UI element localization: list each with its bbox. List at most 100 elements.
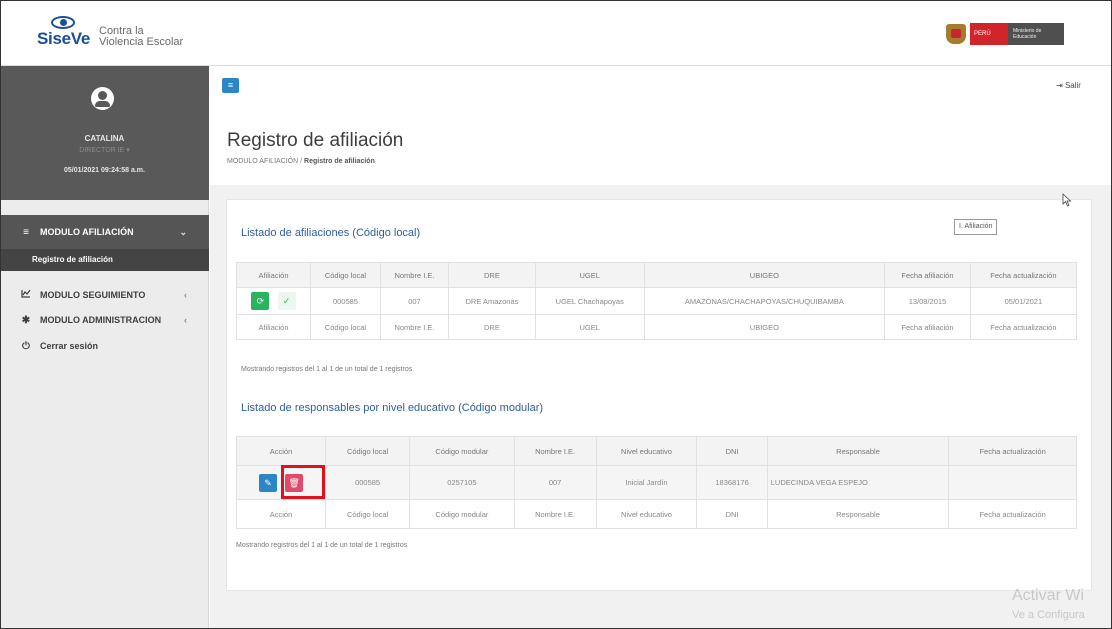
column-header[interactable]: Acción	[235, 436, 327, 466]
column-header[interactable]: Responsable	[766, 436, 950, 466]
chevron-down-icon: ⌄	[179, 226, 187, 237]
table-cell: DRE Amazonas	[448, 287, 536, 315]
column-header[interactable]: DNI	[696, 436, 768, 466]
column-footer: Responsable	[766, 499, 950, 529]
sidebar-item-modulo-afiliacion[interactable]: ≡ MODULO AFILIACIÓN ⌄	[0, 215, 209, 249]
sidebar-item-label: MODULO SEGUIMIENTO	[40, 290, 146, 300]
windows-activation-subtext: Ve a Configura	[1012, 609, 1085, 621]
table-cell: 13/08/2015	[884, 287, 971, 315]
column-footer: Afiliación	[236, 314, 311, 340]
afiliaciones-table: Afiliación Código local Nombre I.E. DRE …	[236, 262, 1078, 340]
column-header[interactable]: UBIGEO	[643, 262, 886, 288]
logout-label: Salir	[1064, 81, 1081, 90]
chevron-left-icon: ‹	[184, 290, 187, 300]
table-footer-row: Acción Código local Código modular Nombr…	[235, 499, 1077, 529]
column-header[interactable]: Código modular	[409, 436, 515, 466]
user-avatar-icon	[91, 87, 114, 110]
column-footer: Fecha afiliación	[884, 314, 971, 340]
column-footer: UBIGEO	[643, 314, 886, 340]
menu-toggle-button[interactable]: ≡	[222, 78, 239, 93]
column-header[interactable]: Nombre I.E.	[379, 262, 450, 288]
column-footer: Código local	[325, 499, 411, 529]
table-cell: 007	[379, 287, 450, 315]
sidebar-subitem-registro-afiliacion[interactable]: Registro de afiliación	[0, 249, 209, 271]
windows-activation-watermark: Activar Wi	[1012, 587, 1084, 604]
table-cell: AMAZONAS/CHACHAPOYAS/CHUQUIBAMBA	[643, 287, 886, 315]
afiliaciones-title: Listado de afiliaciones (Código local)	[241, 227, 421, 239]
highlight-box	[281, 465, 325, 499]
afiliacion-actions-cell: ⟳ ✓	[236, 287, 311, 315]
column-header[interactable]: Nombre I.E.	[513, 436, 597, 466]
table-cell: 0257105	[409, 465, 515, 500]
table-cell: 18368176	[696, 465, 768, 500]
content-panel	[226, 199, 1092, 591]
column-header[interactable]: Fecha afiliación	[884, 262, 971, 288]
table-header-row: Acción Código local Código modular Nombr…	[235, 436, 1077, 466]
column-footer: Nombre I.E.	[379, 314, 450, 340]
power-icon: ⏻	[22, 340, 30, 352]
coat-of-arms-icon	[946, 24, 966, 44]
column-footer: Código modular	[409, 499, 515, 529]
column-header[interactable]: DRE	[448, 262, 536, 288]
column-footer: UGEL	[534, 314, 645, 340]
sidebar-item-modulo-seguimiento[interactable]: MODULO SEGUIMIENTO ‹	[0, 283, 209, 307]
mouse-cursor-icon	[1062, 193, 1072, 207]
logout-icon: ⇥	[1056, 81, 1063, 90]
column-footer: DNI	[696, 499, 768, 529]
logo-tagline: Contra la Violencia Escolar	[99, 26, 183, 50]
eye-icon	[51, 16, 75, 29]
table-cell: 000585	[310, 287, 381, 315]
ministry-label: Ministerio de Educación	[1008, 23, 1064, 45]
column-header[interactable]: Fecha actualización	[948, 436, 1077, 466]
new-afiliacion-button[interactable]: I. Afiliación	[954, 219, 998, 235]
sidebar-menu: ≡ MODULO AFILIACIÓN ⌄ Registro de afilia…	[0, 215, 209, 359]
logout-link[interactable]: ⇥ Salir	[1056, 81, 1081, 90]
logo-word: SiseVe	[37, 29, 91, 48]
column-footer: Código local	[310, 314, 381, 340]
sidebar-item-label: MODULO AFILIACIÓN	[40, 227, 134, 237]
peru-label: PERÚ	[970, 23, 1008, 45]
table-cell: LUDECINDA VEGA ESPEJO	[766, 465, 950, 500]
gear-icon: ✱	[21, 314, 31, 326]
user-role-dropdown[interactable]: DIRECTOR IE ▾	[0, 146, 209, 154]
edit-button[interactable]: ✎	[258, 473, 277, 492]
table-cell	[948, 465, 1077, 500]
session-datetime: 05/01/2021 09:24:58 a.m.	[64, 167, 145, 174]
table-cell: Inicial Jardín	[595, 465, 698, 500]
page-title: Registro de afiliación	[227, 130, 404, 151]
responsables-title: Listado de responsables por nivel educat…	[241, 402, 544, 414]
sidebar-item-cerrar-sesion[interactable]: ⏻ Cerrar sesión	[0, 333, 209, 359]
column-footer: Nombre I.E.	[513, 499, 597, 529]
column-header[interactable]: Afiliación	[236, 262, 311, 288]
breadcrumb-root[interactable]: MODULO AFILIACIÓN	[227, 158, 298, 165]
column-header[interactable]: Código local	[325, 436, 411, 466]
column-header[interactable]: UGEL	[534, 262, 645, 288]
user-name: CATALINA	[84, 134, 125, 143]
column-footer: Nivel educativo	[595, 499, 698, 529]
table-cell: 000585	[325, 465, 411, 500]
table-row: ✎ 🗑 000585 0257105 007 Inicial Jardín 18…	[235, 465, 1077, 500]
afiliaciones-table-info: Mostrando registros del 1 al 1 de un tot…	[241, 366, 413, 373]
column-header[interactable]: Fecha actualización	[969, 262, 1078, 288]
table-cell: UGEL Chachapoyas	[534, 287, 645, 315]
chart-icon	[20, 289, 32, 301]
chevron-left-icon: ‹	[184, 315, 187, 325]
sidebar-item-label: Cerrar sesión	[40, 341, 99, 351]
responsables-table: Acción Código local Código modular Nombr…	[235, 436, 1077, 529]
user-panel: CATALINA DIRECTOR IE ▾ 05/01/2021 09:24:…	[0, 66, 209, 200]
column-header[interactable]: Nivel educativo	[595, 436, 698, 466]
column-footer: Fecha actualización	[969, 314, 1078, 340]
logo-mark: SiseVe	[37, 16, 95, 50]
check-button[interactable]: ✓	[277, 292, 296, 310]
logo-tagline-line2: Violencia Escolar	[99, 36, 184, 48]
sidebar: CATALINA DIRECTOR IE ▾ 05/01/2021 09:24:…	[0, 66, 209, 629]
refresh-button[interactable]: ⟳	[251, 292, 270, 310]
column-header[interactable]: Código local	[310, 262, 381, 288]
column-footer: Acción	[235, 499, 327, 529]
top-header: SiseVe Contra la Violencia Escolar PERÚ …	[0, 0, 1112, 66]
table-cell: 007	[513, 465, 597, 500]
sidebar-item-modulo-administracion[interactable]: ✱ MODULO ADMINISTRACION ‹	[0, 307, 209, 333]
siseve-logo[interactable]: SiseVe Contra la Violencia Escolar	[37, 16, 183, 50]
table-footer-row: Afiliación Código local Nombre I.E. DRE …	[236, 314, 1078, 340]
responsables-table-info: Mostrando registros del 1 al 1 de un tot…	[236, 542, 408, 549]
